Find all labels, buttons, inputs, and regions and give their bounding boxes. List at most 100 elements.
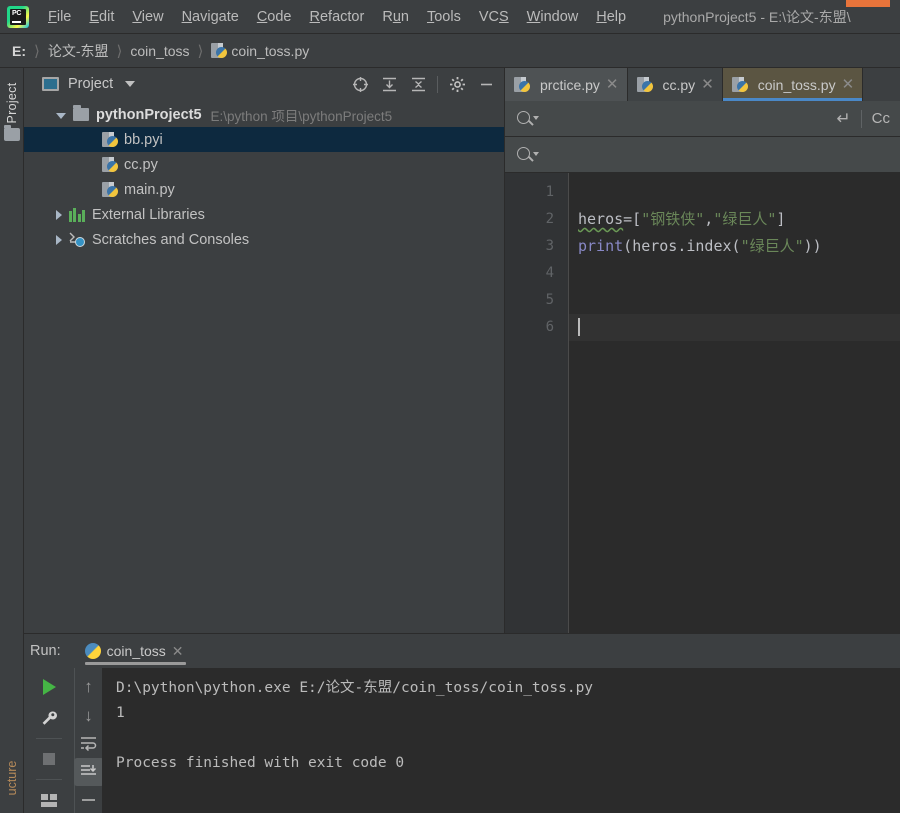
close-icon[interactable]: ✕	[842, 77, 855, 92]
menu-run[interactable]: Run	[373, 6, 418, 28]
editor-tab-label: coin_toss.py	[757, 76, 836, 93]
menu-bar: PC File Edit View Navigate Code Refactor…	[0, 0, 900, 34]
editor-tab-coin-toss-py[interactable]: coin_toss.py ✕	[722, 68, 864, 101]
expand-all-icon[interactable]	[375, 71, 403, 97]
code-token-paren: (	[623, 237, 633, 255]
project-panel-title: Project	[68, 76, 114, 92]
left-tool-strip: Project	[0, 68, 24, 633]
breadcrumb-separator-icon: ⟩	[34, 42, 40, 60]
menu-code[interactable]: Code	[248, 6, 301, 28]
close-icon[interactable]: ✕	[606, 77, 619, 92]
arrow-down-icon[interactable]: ↓	[74, 701, 104, 728]
chevron-collapsed-icon[interactable]	[56, 234, 62, 245]
menu-navigate[interactable]: Navigate	[173, 6, 248, 28]
tree-label: main.py	[124, 181, 175, 198]
scratches-icon	[69, 232, 85, 247]
run-tab-coin-toss[interactable]: coin_toss ✕	[81, 634, 190, 668]
breadcrumb-segment-2[interactable]: coin_toss	[130, 43, 189, 59]
folder-icon[interactable]	[4, 125, 20, 141]
chevron-expanded-icon[interactable]	[56, 112, 66, 119]
code-token-operator: =[	[623, 210, 642, 228]
tree-label: pythonProject5	[96, 106, 202, 123]
code-line-2[interactable]: heros=["钢铁侠","绿巨人"]	[569, 206, 900, 233]
code-token-comma: ,	[704, 210, 714, 228]
hide-panel-icon[interactable]	[472, 71, 500, 97]
editor-tab-prctice-py[interactable]: prctice.py ✕	[505, 68, 628, 101]
menu-refactor[interactable]: Refactor	[301, 6, 374, 28]
editor-tab-strip: prctice.py ✕ cc.py ✕ coin_toss.py ✕	[505, 68, 900, 101]
menu-tools[interactable]: Tools	[418, 6, 470, 28]
breadcrumb-separator-icon: ⟩	[197, 42, 204, 60]
toolbar-divider	[437, 75, 438, 93]
menu-view[interactable]: View	[123, 6, 172, 28]
menu-edit[interactable]: Edit	[80, 6, 123, 28]
code-token-variable: heros	[632, 237, 678, 255]
collapse-all-icon[interactable]	[404, 71, 432, 97]
scroll-to-end-icon[interactable]	[73, 758, 104, 786]
run-icon[interactable]	[34, 673, 64, 701]
code-line-1[interactable]	[569, 179, 900, 206]
toolbar-divider	[36, 779, 62, 780]
window-accent-bar	[846, 0, 890, 7]
pycharm-logo-icon: PC	[7, 5, 29, 28]
tree-label: External Libraries	[92, 206, 205, 223]
gear-icon[interactable]	[443, 71, 471, 97]
python-file-icon	[731, 76, 748, 93]
run-tab-label: coin_toss	[106, 643, 166, 659]
close-icon[interactable]: ✕	[701, 77, 714, 92]
menu-vcs[interactable]: VCS	[470, 6, 518, 28]
code-token-variable: heros	[578, 210, 624, 228]
menu-file[interactable]: File	[39, 6, 80, 28]
run-toolbar-right: ↑ ↓	[73, 668, 104, 813]
wrench-icon[interactable]	[34, 704, 64, 732]
soft-wrap-icon[interactable]	[74, 730, 104, 757]
tree-row-bb-pyi[interactable]: bb.pyi	[24, 127, 504, 152]
menu-help[interactable]: Help	[587, 6, 635, 28]
search-icon[interactable]	[517, 146, 539, 164]
close-icon[interactable]: ✕	[172, 643, 184, 660]
tree-row-cc-py[interactable]: cc.py	[24, 152, 504, 177]
more-icon[interactable]	[74, 787, 104, 813]
console-line: 1	[116, 705, 125, 721]
menu-window[interactable]: Window	[518, 6, 588, 28]
run-panel-body: ↑ ↓ D:\python\python.exe E:/论文-东盟/coin_t…	[24, 668, 900, 813]
code-line-6[interactable]	[569, 314, 900, 341]
code-line-5[interactable]	[569, 287, 900, 314]
tree-row-pythonproject5[interactable]: pythonProject5 E:\python 项目\pythonProjec…	[24, 102, 504, 127]
chevron-down-icon[interactable]	[125, 81, 136, 87]
breadcrumb-segment-3[interactable]: coin_toss.py	[231, 43, 309, 59]
tree-row-scratches-and-consoles[interactable]: Scratches and Consoles	[24, 227, 504, 252]
tree-path-hint: E:\python 项目\pythonProject5	[210, 108, 393, 124]
match-case-toggle[interactable]: Cc	[872, 110, 890, 127]
find-bar[interactable]: ↵ Cc	[505, 101, 900, 137]
chevron-collapsed-icon[interactable]	[56, 209, 62, 220]
line-number: 5	[545, 292, 554, 308]
breadcrumb-segment-0[interactable]: E:	[12, 43, 26, 59]
editor-tab-cc-py[interactable]: cc.py ✕	[627, 68, 723, 101]
pycharm-window: PC File Edit View Navigate Code Refactor…	[0, 0, 900, 813]
find-divider	[860, 109, 862, 128]
code-line-4[interactable]	[569, 260, 900, 287]
python-icon	[84, 643, 101, 659]
arrow-up-icon[interactable]: ↑	[74, 673, 104, 700]
return-icon[interactable]: ↵	[836, 109, 850, 129]
tree-label: cc.py	[124, 156, 158, 173]
search-icon[interactable]	[517, 110, 539, 128]
line-number: 4	[545, 265, 554, 281]
line-number: 1	[545, 184, 554, 200]
breadcrumb-separator-icon: ⟩	[116, 42, 123, 60]
stop-icon[interactable]	[34, 745, 64, 773]
line-number: 6	[545, 319, 554, 335]
tree-row-main-py[interactable]: main.py	[24, 177, 504, 202]
console-line: D:\python\python.exe E:/论文-东盟/coin_toss/…	[116, 680, 594, 696]
project-window-icon	[42, 77, 59, 91]
tree-row-external-libraries[interactable]: External Libraries	[24, 202, 504, 227]
locate-icon[interactable]	[346, 71, 374, 97]
replace-bar[interactable]	[505, 137, 900, 173]
folder-icon	[73, 105, 89, 121]
layout-icon[interactable]	[34, 786, 64, 813]
breadcrumb-segment-1[interactable]: 论文-东盟	[48, 41, 109, 61]
run-console[interactable]: D:\python\python.exe E:/论文-东盟/coin_toss/…	[102, 668, 900, 813]
code-line-3[interactable]: print(heros.index("绿巨人"))	[569, 233, 900, 260]
tool-tab-structure[interactable]: ucture	[5, 738, 19, 813]
